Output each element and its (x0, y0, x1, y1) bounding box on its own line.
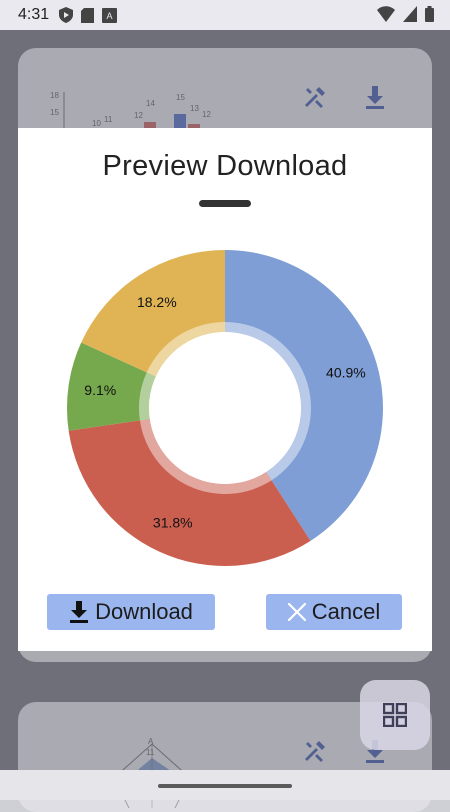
bg-bar-label: 15 (176, 93, 185, 102)
bg-bar-label: 15 (50, 108, 59, 117)
keyboard-icon: A (102, 7, 118, 23)
donut-slice-label: 31.8% (153, 515, 193, 531)
download-button-label: Download (95, 599, 193, 624)
bg-bar-label: 12 (134, 111, 143, 120)
grid-menu-button[interactable] (360, 680, 430, 750)
signal-icon (403, 6, 417, 22)
background-card-actions (302, 84, 386, 110)
bg-bar-label: 14 (146, 99, 155, 108)
donut-chart: 40.9% 31.8% 9.1% 18.2% (67, 250, 383, 566)
bg-bar-label: 12 (202, 110, 211, 119)
status-right-icons (377, 6, 434, 22)
drag-handle[interactable] (199, 200, 251, 207)
sd-card-icon (81, 7, 95, 23)
donut-slice-label: 40.9% (326, 364, 366, 380)
cancel-button-label: Cancel (311, 599, 381, 624)
download-icon (70, 601, 89, 623)
build-icon (305, 87, 325, 108)
status-left-icons: A (59, 7, 118, 23)
bg-radar-label: 11 (146, 748, 155, 757)
bg-bar-label: 13 (190, 104, 199, 113)
status-time: 4:31 (18, 6, 50, 23)
download-icon (366, 86, 384, 109)
download-button[interactable]: Download (47, 594, 215, 630)
dialog-title: Preview Download (102, 150, 348, 182)
donut-slice-label: 9.1% (84, 382, 116, 398)
svg-text:A: A (107, 11, 113, 21)
build-icon (305, 741, 325, 762)
close-icon (287, 603, 306, 621)
wifi-icon (377, 6, 395, 22)
battery-icon (425, 6, 434, 22)
cancel-button[interactable]: Cancel (266, 594, 402, 630)
grid-icon (383, 703, 407, 727)
donut-hole (149, 332, 301, 484)
preview-download-dialog: Preview Download 40.9% 31.8% 9.1% 18.2% Dow… (18, 128, 432, 651)
home-gesture-pill[interactable] (158, 784, 292, 788)
bg-bar-label: 11 (104, 115, 113, 124)
bg-radar-label: A (148, 738, 154, 746)
bg-bar-label: 18 (50, 91, 59, 100)
bg-bar-label: 10 (92, 119, 101, 128)
shield-icon (59, 7, 74, 23)
donut-slice-label: 18.2% (137, 294, 177, 310)
status-bar: 4:31 A (0, 0, 450, 30)
